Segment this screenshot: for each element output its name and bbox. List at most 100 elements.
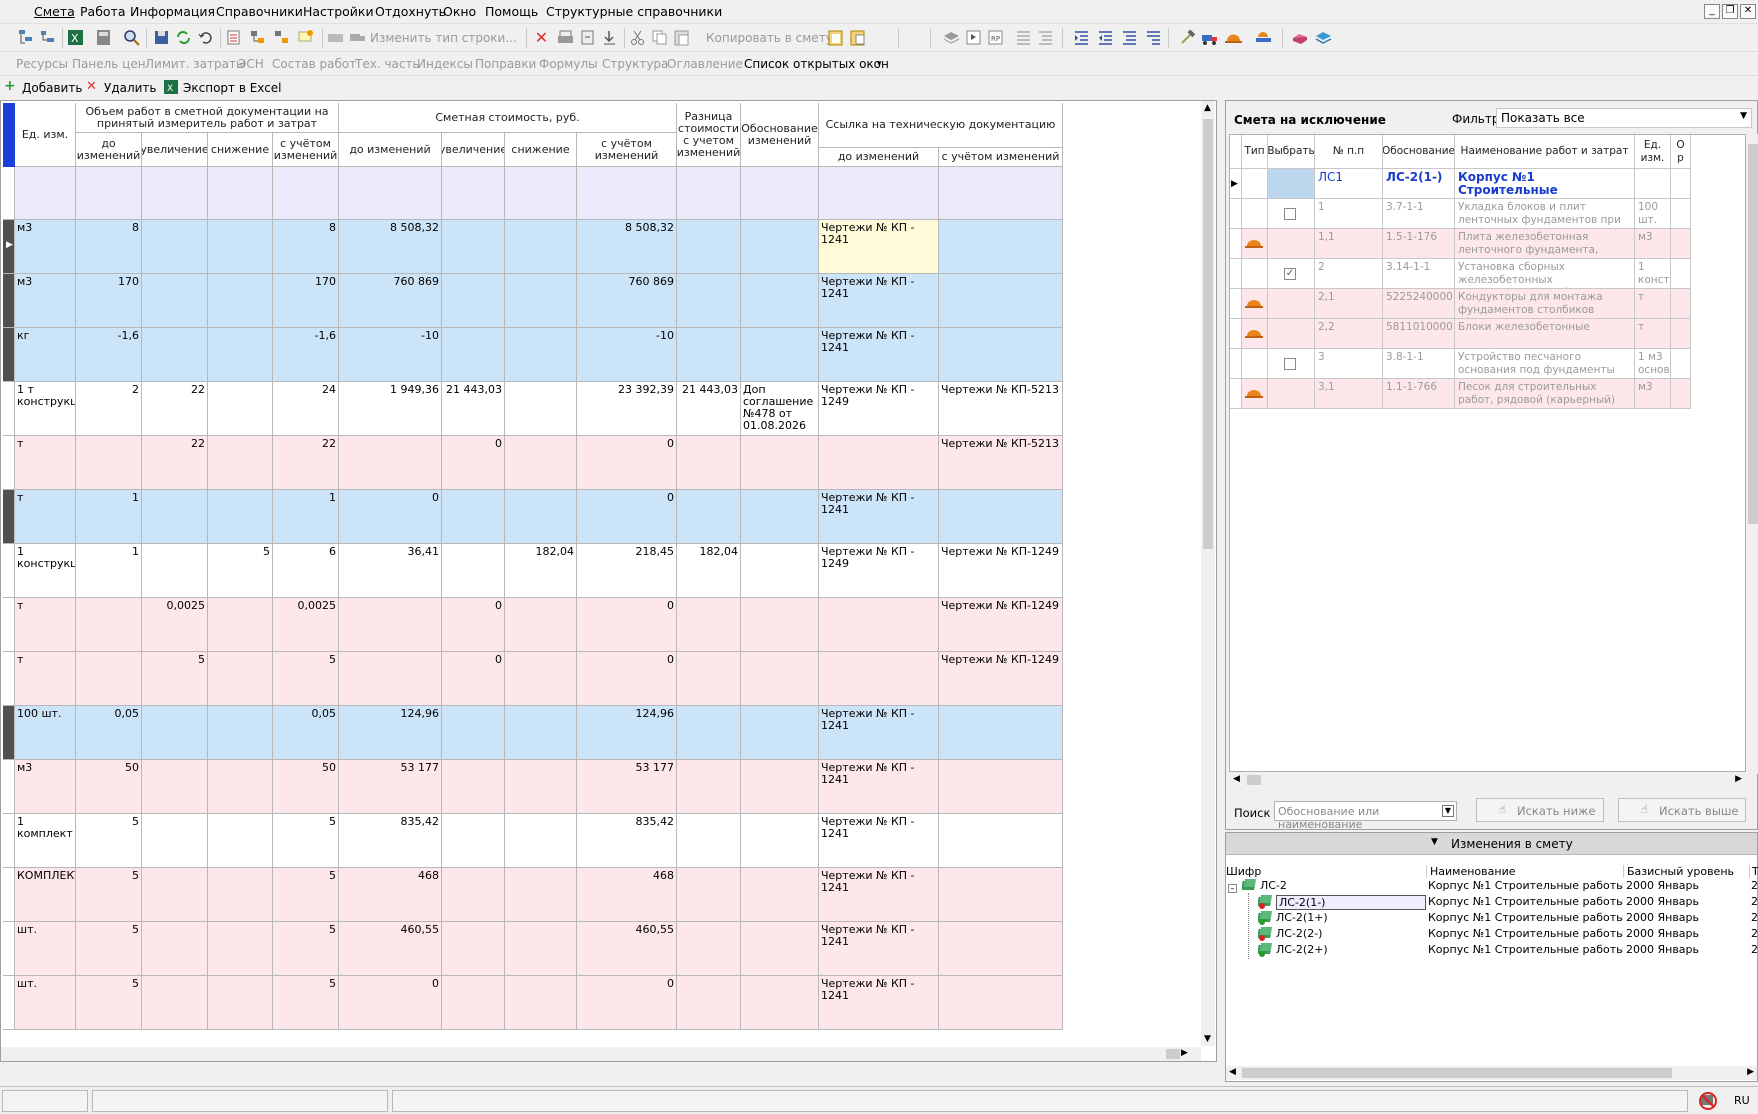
tab-corrections[interactable]: Поправки: [475, 57, 536, 71]
cell-c1[interactable]: 0: [442, 652, 505, 706]
changes-header-bar[interactable]: ▼ Изменения в смету: [1226, 833, 1757, 855]
changes-h-scrollbar[interactable]: ◀ ▶: [1226, 1066, 1757, 1080]
cell-diff[interactable]: [677, 868, 741, 922]
cell-v1[interactable]: [142, 706, 208, 760]
cell-v3[interactable]: 0,05: [273, 706, 339, 760]
cell-diff[interactable]: [677, 167, 741, 220]
cell-v2[interactable]: [208, 220, 273, 274]
copy-to-estimate-button[interactable]: Копировать в смету: [706, 31, 833, 45]
menu-work[interactable]: Работа: [80, 4, 126, 19]
scroll-down-icon[interactable]: ▼: [1204, 1034, 1211, 1044]
cell-c2[interactable]: [505, 490, 577, 544]
cell-l0[interactable]: Чертежи № КП - 1241: [819, 706, 939, 760]
cell-diff[interactable]: [677, 328, 741, 382]
row-indicator[interactable]: [3, 167, 15, 220]
delete-icon[interactable]: ✕: [532, 28, 551, 47]
cell-v1[interactable]: 5: [142, 652, 208, 706]
cell-v2[interactable]: [208, 760, 273, 814]
tree-expand-icon[interactable]: [38, 28, 57, 47]
cell-c1[interactable]: [442, 220, 505, 274]
header-link-before[interactable]: до изменений: [819, 148, 939, 167]
cell-v0[interactable]: 1: [76, 544, 142, 598]
structure-edit-icon[interactable]: [272, 28, 291, 47]
cell-v1[interactable]: [142, 760, 208, 814]
layers-icon[interactable]: [942, 28, 961, 47]
rrow-basis[interactable]: 3.14-1-1: [1383, 259, 1455, 289]
book-rp-icon[interactable]: RP: [986, 28, 1005, 47]
header-unit[interactable]: Ед. изм.: [15, 103, 76, 167]
cell-c1[interactable]: [442, 922, 505, 976]
cell-unit[interactable]: 1 комплект: [15, 814, 76, 868]
plus-icon[interactable]: +: [4, 78, 16, 94]
scroll-up-icon[interactable]: ▲: [1204, 103, 1211, 113]
cell-l0[interactable]: Чертежи № КП - 1241: [819, 868, 939, 922]
cell-l1[interactable]: Чертежи № КП-1249: [939, 598, 1063, 652]
h-scroll-thumb[interactable]: [1166, 1049, 1180, 1059]
select-checkbox[interactable]: ✓: [1284, 268, 1296, 280]
cell-c3[interactable]: 8 508,32: [577, 220, 677, 274]
rrow-basis[interactable]: 3.8-1-1: [1383, 349, 1455, 379]
rrow-unit[interactable]: 1 м3 основа: [1635, 349, 1671, 379]
cell-c0[interactable]: 460,55: [339, 922, 442, 976]
rheader-basis[interactable]: Обоснование: [1383, 135, 1455, 169]
rrow-indicator[interactable]: [1230, 289, 1242, 319]
cell-unit[interactable]: кг: [15, 328, 76, 382]
cell-c1[interactable]: [442, 868, 505, 922]
cell-c1[interactable]: [442, 274, 505, 328]
cell-c3[interactable]: 0: [577, 598, 677, 652]
tree-name[interactable]: Корпус №1 Строительные работы(2+): [1428, 943, 1623, 956]
cell-v0[interactable]: -1,6: [76, 328, 142, 382]
col-extra[interactable]: Т: [1749, 865, 1758, 878]
header-diff[interactable]: Разница стоимости с учетом изменений: [677, 103, 741, 167]
calculator-icon[interactable]: [94, 28, 113, 47]
cell-l0[interactable]: Чертежи № КП - 1241: [819, 976, 939, 1030]
cell-l1[interactable]: Чертежи № КП-5213: [939, 436, 1063, 490]
cell-c3[interactable]: 23 392,39: [577, 382, 677, 436]
horizontal-scrollbar[interactable]: ▶: [1, 1047, 1201, 1061]
rrow-name[interactable]: Укладка блоков и плит ленточных фундамен…: [1455, 199, 1635, 229]
tab-work-composition[interactable]: Состав работ: [272, 57, 356, 71]
cell-v2[interactable]: [208, 436, 273, 490]
menu-settings[interactable]: Настройки: [303, 4, 374, 19]
cell-l0[interactable]: [819, 598, 939, 652]
header-v3[interactable]: с учётом изменений: [273, 133, 339, 167]
tab-resources[interactable]: Ресурсы: [16, 57, 68, 71]
h-thumb[interactable]: [1247, 775, 1261, 785]
scroll-left-icon[interactable]: ◀: [1233, 774, 1240, 784]
tree-name[interactable]: Корпус №1 Строительные работы(1+): [1428, 911, 1623, 924]
cell-v2[interactable]: [208, 490, 273, 544]
rrow-name[interactable]: Устройство песчаного основания под фунда…: [1455, 349, 1635, 379]
rheader-type[interactable]: Тип: [1242, 135, 1268, 169]
find-up-button[interactable]: ☝ Искать выше: [1618, 798, 1746, 822]
rrow-indicator[interactable]: [1230, 349, 1242, 379]
cell-c3[interactable]: 0: [577, 652, 677, 706]
cell-v0[interactable]: 1: [76, 490, 142, 544]
menu-window[interactable]: Окно: [443, 4, 476, 19]
cell-v2[interactable]: [208, 652, 273, 706]
tree-icon[interactable]: [16, 28, 35, 47]
cell-c3[interactable]: 0: [577, 490, 677, 544]
tree-level[interactable]: 2000 Январь: [1626, 927, 1746, 940]
rrow-basis[interactable]: 5811010000: [1383, 319, 1455, 349]
cell-unit[interactable]: 1 т конструкци: [15, 382, 76, 436]
cell-c1[interactable]: [442, 976, 505, 1030]
cell-v3[interactable]: 50: [273, 760, 339, 814]
cell-v1[interactable]: [142, 814, 208, 868]
cell-reason[interactable]: [741, 706, 819, 760]
scroll-right-icon[interactable]: ▶: [1747, 1067, 1754, 1077]
restore-icon[interactable]: ❐: [1722, 4, 1738, 19]
header-reason[interactable]: Обоснование изменений: [741, 103, 819, 167]
rrow-unit[interactable]: 1 констр: [1635, 259, 1671, 289]
change-row-type-button[interactable]: Изменить тип строки...: [370, 31, 517, 45]
rheader-select[interactable]: Выбрать: [1268, 135, 1315, 169]
scroll-left-icon[interactable]: ◀: [1229, 1067, 1236, 1077]
cell-l0[interactable]: Чертежи № КП - 1241: [819, 490, 939, 544]
row-indicator[interactable]: [3, 490, 15, 544]
cell-c1[interactable]: [442, 706, 505, 760]
open-windows-list[interactable]: Список открытых окон: [744, 57, 889, 71]
cell-l0[interactable]: [819, 436, 939, 490]
outdent-icon[interactable]: [1096, 28, 1115, 47]
move-down-icon[interactable]: [1144, 28, 1163, 47]
language-indicator[interactable]: RU: [1734, 1094, 1750, 1107]
cell-c1[interactable]: [442, 760, 505, 814]
